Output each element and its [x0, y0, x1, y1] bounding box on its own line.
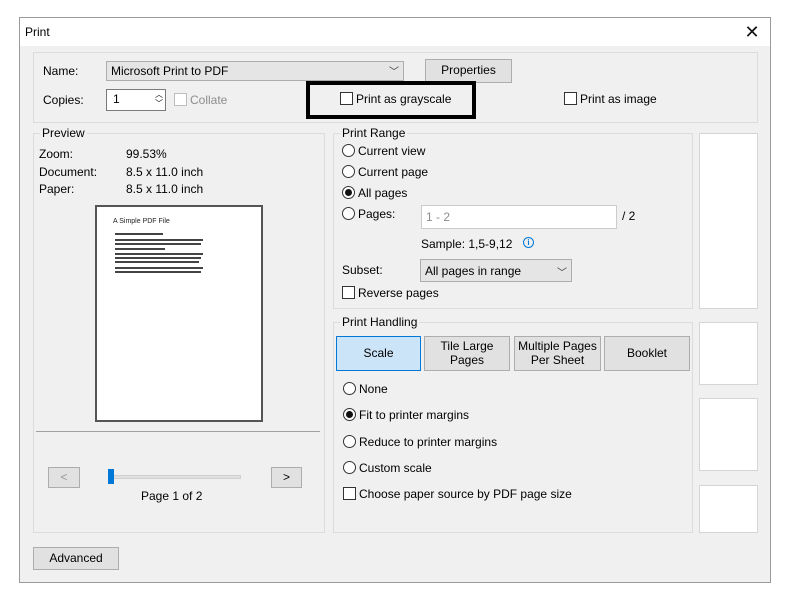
preview-text-line [115, 243, 201, 245]
print-range-group-label: Print Range [340, 126, 408, 140]
printer-select-value: Microsoft Print to PDF [111, 64, 229, 78]
paper-source-checkbox[interactable] [343, 487, 356, 500]
subset-select[interactable]: All pages in range ﹀ [420, 259, 572, 282]
pages-label: Pages: [358, 207, 396, 221]
reduce-to-margins-radio[interactable] [343, 435, 356, 448]
pages-sample: Sample: 1,5-9,12 [421, 237, 513, 251]
grayscale-checkbox[interactable] [340, 92, 353, 105]
reverse-pages-label: Reverse pages [358, 286, 439, 300]
copies-input[interactable]: 1 ︿ ﹀ [106, 89, 166, 111]
close-icon[interactable]: ✕ [740, 21, 764, 43]
preview-text-line [115, 248, 165, 250]
preview-text-line [115, 267, 203, 269]
copies-value: 1 [113, 92, 120, 106]
current-view-radio[interactable] [342, 144, 355, 157]
all-pages-label: All pages [358, 186, 408, 200]
chevron-down-icon: ﹀ [389, 67, 399, 78]
page-indicator: Page 1 of 2 [141, 489, 203, 503]
paper-label: Paper: [39, 182, 75, 196]
preview-text-line [115, 271, 201, 273]
properties-button[interactable]: Properties [425, 59, 512, 83]
page-slider-track[interactable] [110, 475, 241, 479]
copies-label: Copies: [43, 93, 84, 107]
pages-radio[interactable] [342, 207, 355, 220]
fit-to-margins-label: Fit to printer margins [359, 408, 470, 422]
zoom-label: Zoom: [39, 147, 74, 161]
print-as-image-checkbox[interactable] [564, 92, 577, 105]
collate-label: Collate [190, 93, 228, 107]
fit-to-margins-radio[interactable] [343, 408, 356, 421]
current-page-label: Current page [358, 165, 429, 179]
document-value: 8.5 x 11.0 inch [126, 165, 204, 179]
print-as-image-label: Print as image [580, 92, 657, 106]
collate-checkbox[interactable] [174, 93, 187, 106]
reverse-pages-checkbox[interactable] [342, 286, 355, 299]
preview-separator [36, 431, 320, 432]
info-icon[interactable]: i [523, 237, 534, 248]
preview-text-line [115, 253, 203, 255]
zoom-value: 99.53% [126, 147, 167, 161]
page-preview: A Simple PDF File [95, 205, 263, 422]
tab-tile-large-pages[interactable]: Tile Large Pages [424, 336, 510, 371]
tab-multiple-pages-per-sheet[interactable]: Multiple Pages Per Sheet [514, 336, 601, 371]
preview-text-line [115, 261, 199, 263]
chevron-down-icon: ﹀ [557, 268, 567, 279]
paper-source-label: Choose paper source by PDF page size [359, 487, 572, 501]
printer-select[interactable]: Microsoft Print to PDF ﹀ [106, 61, 404, 81]
custom-scale-radio[interactable] [343, 461, 356, 474]
current-page-radio[interactable] [342, 165, 355, 178]
reduce-to-margins-label: Reduce to printer margins [359, 435, 498, 449]
scale-none-radio[interactable] [343, 382, 356, 395]
subset-label: Subset: [342, 263, 383, 277]
tab-booklet[interactable]: Booklet [604, 336, 690, 371]
preview-text-line [115, 257, 201, 259]
scale-none-label: None [359, 382, 388, 396]
current-view-label: Current view [358, 144, 426, 158]
side-panel-top [699, 133, 758, 309]
pages-input-placeholder: 1 - 2 [426, 210, 451, 224]
advanced-button[interactable]: Advanced [33, 547, 119, 570]
window-title: Print [25, 25, 50, 39]
subset-select-value: All pages in range [425, 264, 522, 278]
next-page-button[interactable]: > [271, 467, 302, 488]
grayscale-label: Print as grayscale [356, 92, 452, 106]
side-panel-4 [699, 485, 758, 533]
custom-scale-label: Custom scale [359, 461, 432, 475]
print-handling-group-label: Print Handling [340, 315, 420, 329]
preview-text-line [115, 233, 163, 235]
prev-page-button[interactable]: < [48, 467, 80, 488]
side-panel-2 [699, 322, 758, 385]
name-label: Name: [43, 64, 79, 78]
preview-group-label: Preview [40, 126, 87, 140]
side-panel-3 [699, 398, 758, 471]
pages-input[interactable]: 1 - 2 [421, 205, 617, 229]
preview-page-title: A Simple PDF File [113, 218, 170, 225]
tab-scale[interactable]: Scale [336, 336, 421, 371]
copies-spinner[interactable]: ︿ ﹀ [155, 90, 163, 108]
pages-total: / 2 [622, 209, 636, 223]
title-bar: Print ✕ [20, 18, 770, 46]
document-label: Document: [39, 165, 98, 179]
all-pages-radio[interactable] [342, 186, 355, 199]
page-slider-thumb[interactable] [108, 469, 114, 484]
paper-value: 8.5 x 11.0 inch [126, 182, 204, 196]
preview-text-line [115, 239, 203, 241]
